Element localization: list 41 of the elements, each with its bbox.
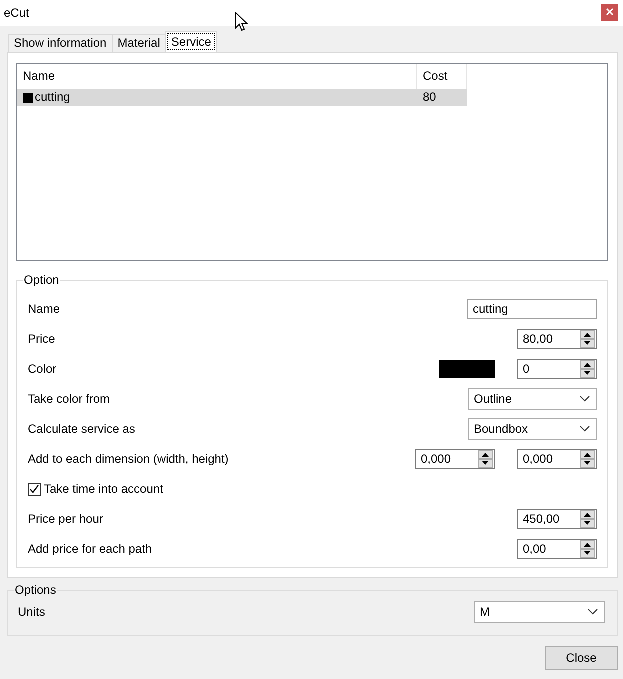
field-label: Add to each dimension (width, height) <box>28 452 229 466</box>
spin-box[interactable]: 0,00 <box>517 539 597 559</box>
dropdown[interactable]: M <box>474 601 605 623</box>
spin-box[interactable]: 0,000 <box>415 449 495 469</box>
checkbox-label: Take time into account <box>44 482 164 496</box>
field-label: Color <box>28 362 57 376</box>
dropdown[interactable]: Outline <box>468 388 597 410</box>
color-swatch[interactable] <box>439 360 495 378</box>
spin-box[interactable]: 0,000 <box>517 449 597 469</box>
tab[interactable]: Service <box>165 31 218 52</box>
field-label: Add price for each path <box>28 542 152 556</box>
chevron-down-icon <box>580 396 590 402</box>
spin-arrows-icon[interactable] <box>580 360 595 378</box>
spin-box[interactable]: 0 <box>517 359 597 379</box>
tab[interactable]: Show information <box>8 34 113 52</box>
dropdown[interactable]: Boundbox <box>468 418 597 440</box>
spin-arrows-icon[interactable] <box>580 330 595 348</box>
field-label: Name <box>28 302 60 316</box>
field-label: Price per hour <box>28 512 104 526</box>
group-title: Option <box>23 273 60 287</box>
group-title: Options <box>14 583 58 597</box>
field-label: Price <box>28 332 56 346</box>
chevron-down-icon <box>580 426 590 432</box>
table-cell: 80 <box>417 89 467 106</box>
spin-box[interactable]: 80,00 <box>517 329 597 349</box>
text-field[interactable]: cutting <box>467 299 597 319</box>
spin-arrows-icon[interactable] <box>478 450 493 468</box>
field-label: Calculate service as <box>28 422 136 436</box>
spin-arrows-icon[interactable] <box>580 510 595 528</box>
close-button[interactable] <box>601 4 618 20</box>
chevron-down-icon <box>588 609 598 615</box>
close-icon <box>606 8 614 16</box>
close-button[interactable]: Close <box>545 646 618 670</box>
spin-box[interactable]: 450,00 <box>517 509 597 529</box>
spin-arrows-icon[interactable] <box>580 450 595 468</box>
spin-arrows-icon[interactable] <box>580 540 595 558</box>
checkbox[interactable] <box>28 482 41 496</box>
window-title: eCut <box>4 6 30 20</box>
field-label: Units <box>18 605 46 619</box>
field-label: Take color from <box>28 392 110 406</box>
table-cell: cutting <box>35 89 70 106</box>
